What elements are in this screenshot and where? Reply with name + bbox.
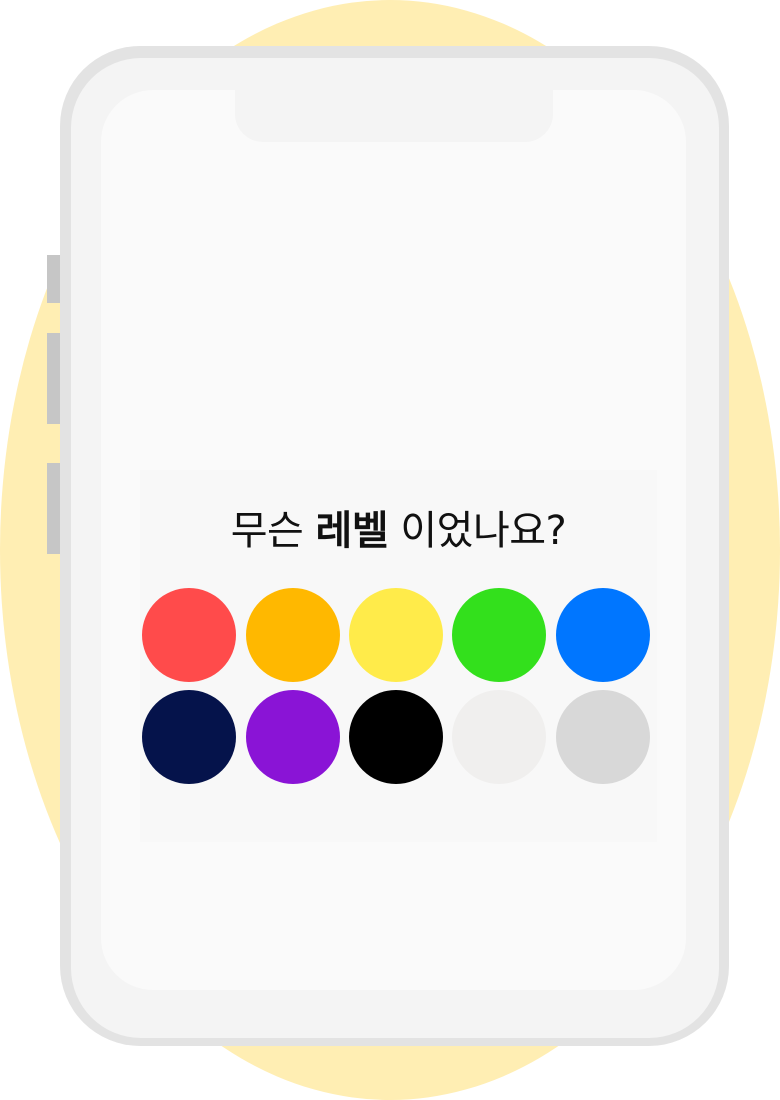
color-swatch-blue[interactable] (556, 588, 650, 682)
color-swatch-purple[interactable] (246, 690, 340, 784)
question-title: 무슨 레벨 이었나요? (140, 505, 657, 557)
phone-notch (235, 58, 553, 142)
color-swatch-white[interactable] (452, 690, 546, 784)
color-swatch-orange[interactable] (246, 588, 340, 682)
color-swatch-green[interactable] (452, 588, 546, 682)
question-prefix: 무슨 (230, 508, 304, 554)
color-swatch-navy[interactable] (142, 690, 236, 784)
question-suffix: 이었나요? (400, 508, 567, 554)
color-swatch-yellow[interactable] (349, 588, 443, 682)
color-swatch-black[interactable] (349, 690, 443, 784)
color-swatch-gray[interactable] (556, 690, 650, 784)
question-emphasis: 레벨 (315, 508, 389, 554)
color-swatch-red[interactable] (142, 588, 236, 682)
